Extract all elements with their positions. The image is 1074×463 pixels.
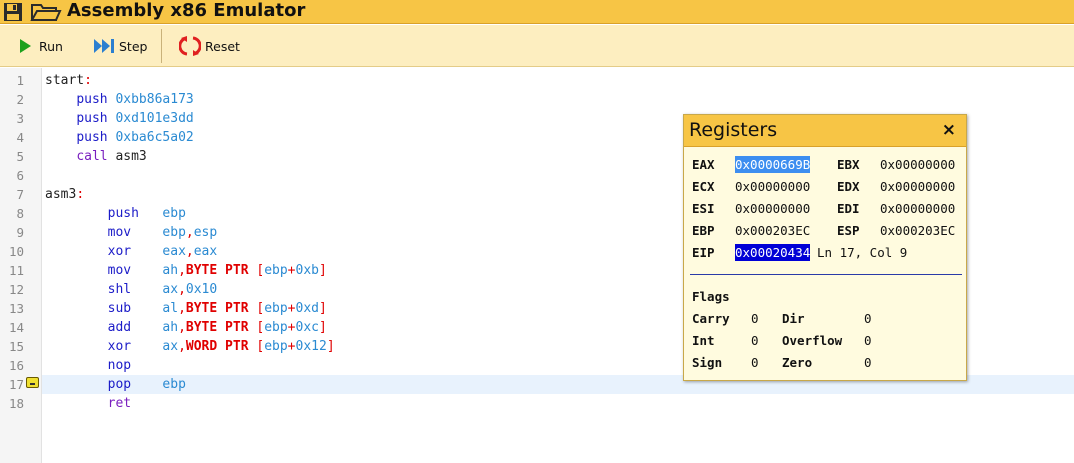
- code-line[interactable]: mov ah,BYTE PTR [ebp+0xb]: [45, 261, 665, 280]
- save-icon[interactable]: [2, 1, 26, 23]
- run-button[interactable]: Run: [17, 33, 63, 59]
- line-number: 13: [8, 301, 24, 316]
- dir-value: 0: [864, 311, 872, 326]
- esi-label: ESI: [692, 201, 715, 216]
- dir-label: Dir: [782, 311, 805, 326]
- line-number: 11: [8, 263, 24, 278]
- app-title: Assembly x86 Emulator: [67, 0, 306, 21]
- edi-value[interactable]: 0x00000000: [880, 200, 955, 217]
- line-number: 5: [16, 149, 24, 164]
- code-line[interactable]: add ah,BYTE PTR [ebp+0xc]: [45, 318, 665, 337]
- overflow-label: Overflow: [782, 333, 843, 348]
- registers-panel: Registers × EAX 0x0000669B EBX 0x0000000…: [683, 114, 967, 381]
- run-label: Run: [39, 38, 63, 54]
- eax-label: EAX: [692, 157, 715, 172]
- line-number: 15: [8, 339, 24, 354]
- code-line[interactable]: asm3:: [45, 185, 665, 204]
- ecx-label: ECX: [692, 179, 715, 194]
- code-line[interactable]: ret: [45, 394, 665, 413]
- carry-label: Carry: [692, 311, 730, 326]
- ebx-value[interactable]: 0x00000000: [880, 156, 955, 173]
- code-line[interactable]: push ebp: [45, 204, 665, 223]
- edi-label: EDI: [837, 201, 860, 216]
- ebx-label: EBX: [837, 157, 860, 172]
- code-line[interactable]: push 0xba6c5a02: [45, 128, 665, 147]
- line-number: 4: [16, 130, 24, 145]
- code-line[interactable]: xor ax,WORD PTR [ebp+0x12]: [45, 337, 665, 356]
- toolbar: Run Step Reset: [0, 25, 1074, 67]
- ebp-label: EBP: [692, 223, 715, 238]
- edx-label: EDX: [837, 179, 860, 194]
- overflow-value: 0: [864, 333, 872, 348]
- flags-title: Flags: [692, 289, 730, 304]
- line-number: 9: [16, 225, 24, 240]
- zero-value: 0: [864, 355, 872, 370]
- eip-label: EIP: [692, 245, 715, 260]
- reset-label: Reset: [205, 38, 240, 54]
- registers-header[interactable]: Registers ×: [684, 115, 966, 147]
- step-label: Step: [119, 38, 148, 54]
- line-number: 10: [8, 244, 24, 259]
- code-line[interactable]: start:: [45, 71, 665, 90]
- line-number: 1: [16, 73, 24, 88]
- toolbar-separator: [161, 29, 162, 63]
- open-folder-icon[interactable]: [30, 1, 62, 23]
- line-number: 16: [8, 358, 24, 373]
- code-line[interactable]: xor eax,eax: [45, 242, 665, 261]
- line-number: 8: [16, 206, 24, 221]
- line-number: 2: [16, 92, 24, 107]
- code-line[interactable]: nop: [45, 356, 665, 375]
- carry-value: 0: [751, 311, 759, 326]
- code-line[interactable]: call asm3: [45, 147, 665, 166]
- line-number: 17: [8, 377, 24, 392]
- esp-label: ESP: [837, 223, 860, 238]
- ecx-value[interactable]: 0x00000000: [735, 178, 810, 195]
- line-number: 3: [16, 111, 24, 126]
- code-line[interactable]: sub al,BYTE PTR [ebp+0xd]: [45, 299, 665, 318]
- line-number: 18: [8, 396, 24, 411]
- esi-value[interactable]: 0x00000000: [735, 200, 810, 217]
- ebp-value[interactable]: 0x000203EC: [735, 222, 810, 239]
- sign-value: 0: [751, 355, 759, 370]
- code-line[interactable]: shl ax,0x10: [45, 280, 665, 299]
- reset-button[interactable]: Reset: [179, 33, 240, 59]
- code-line[interactable]: push 0xbb86a173: [45, 90, 665, 109]
- cursor-position: Ln 17, Col 9: [817, 245, 908, 260]
- close-icon[interactable]: ×: [942, 120, 956, 140]
- line-number: 7: [16, 187, 24, 202]
- esp-value[interactable]: 0x000203EC: [880, 222, 955, 239]
- int-value: 0: [751, 333, 759, 348]
- registers-title: Registers: [689, 119, 778, 141]
- step-icon: [92, 36, 118, 56]
- reset-icon: [179, 34, 201, 58]
- code-line[interactable]: push 0xd101e3dd: [45, 109, 665, 128]
- zero-label: Zero: [782, 355, 813, 370]
- eax-value[interactable]: 0x0000669B: [735, 156, 811, 173]
- edx-value[interactable]: 0x00000000: [880, 178, 955, 195]
- breakpoint-icon[interactable]: [26, 377, 39, 388]
- eip-value[interactable]: 0x00020434: [735, 244, 811, 261]
- run-icon: [17, 37, 33, 55]
- line-number: 6: [16, 168, 24, 183]
- line-number: 12: [8, 282, 24, 297]
- code-line[interactable]: mov ebp,esp: [45, 223, 665, 242]
- code-line-current[interactable]: pop ebp: [45, 375, 665, 394]
- step-button[interactable]: Step: [92, 33, 147, 59]
- line-number: 14: [8, 320, 24, 335]
- title-bar: Assembly x86 Emulator: [0, 0, 1074, 24]
- sign-label: Sign: [692, 355, 723, 370]
- int-label: Int: [692, 333, 715, 348]
- panel-divider: [690, 274, 962, 275]
